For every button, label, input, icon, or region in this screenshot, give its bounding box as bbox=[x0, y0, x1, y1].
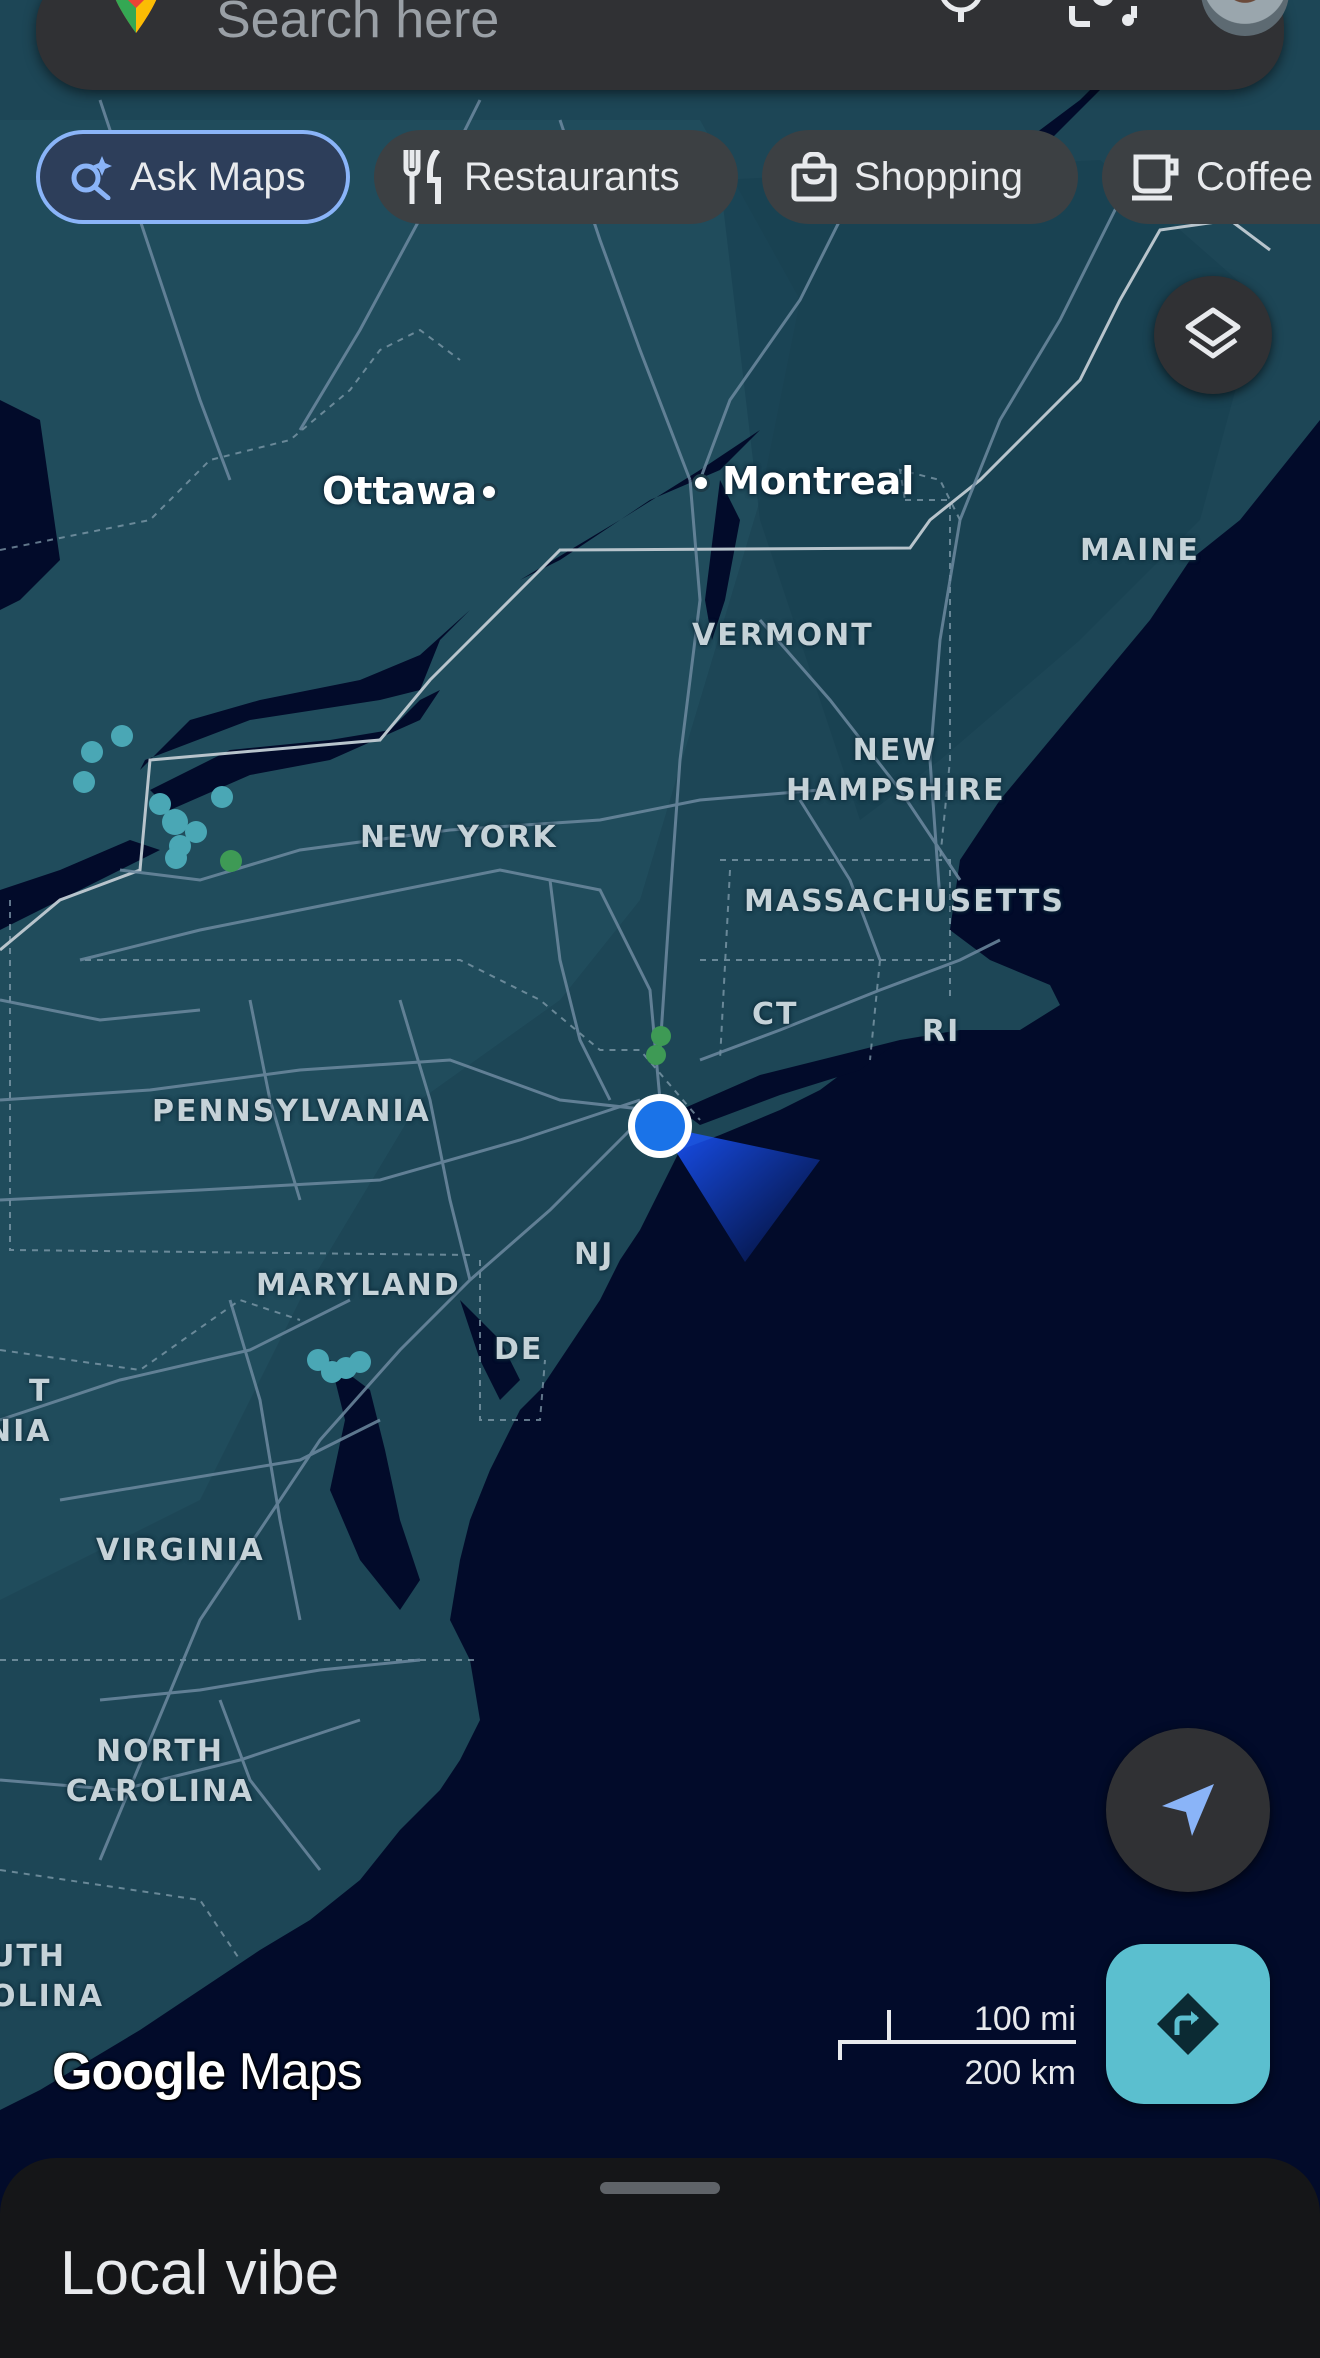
sparkle-search-icon bbox=[71, 156, 112, 200]
layers-icon bbox=[1185, 307, 1241, 359]
search-input[interactable]: Search here bbox=[216, 0, 499, 50]
chip-label: Ask Maps bbox=[130, 154, 306, 199]
fork-knife-icon bbox=[403, 150, 441, 204]
region-label-pennsylvania: PENNSYLVANIA bbox=[152, 1094, 431, 1129]
bottom-sheet[interactable]: Local vibe bbox=[0, 2158, 1320, 2358]
navigation-arrow-icon bbox=[1162, 1784, 1214, 1836]
chip-coffee[interactable]: Coffee bbox=[1102, 130, 1320, 224]
sheet-title: Local vibe bbox=[60, 2239, 340, 2308]
directions-icon bbox=[1157, 1993, 1219, 2055]
shopping-bag-icon bbox=[791, 152, 837, 202]
microphone-icon[interactable] bbox=[931, 0, 991, 26]
chip-label: Coffee bbox=[1196, 154, 1314, 199]
chip-label: Restaurants bbox=[464, 154, 680, 199]
maps-pin-icon bbox=[115, 0, 157, 33]
region-label-nj: NJ bbox=[574, 1237, 615, 1272]
city-dot-ottawa bbox=[480, 483, 498, 501]
my-location-button[interactable] bbox=[1106, 1728, 1270, 1892]
region-label-new-hampshire: NEW HAMPSHIRE bbox=[786, 733, 1006, 808]
lens-icon[interactable] bbox=[1066, 0, 1140, 30]
region-label-vermont: VERMONT bbox=[692, 618, 874, 653]
account-avatar[interactable] bbox=[1201, 0, 1289, 36]
region-label-ct: CT bbox=[752, 997, 799, 1032]
scale-mi-label: 100 mi bbox=[973, 2000, 1076, 2038]
search-bar[interactable]: Search here bbox=[36, 0, 1289, 90]
chip-ask-maps[interactable]: Ask Maps bbox=[36, 130, 350, 224]
city-label-ottawa[interactable]: Ottawa bbox=[322, 471, 477, 511]
region-label-massachusetts: MASSACHUSETTS bbox=[744, 884, 1065, 919]
region-label-north-carolina: NORTH CAROLINA bbox=[65, 1734, 255, 1809]
scale-km-label: 200 km bbox=[964, 2054, 1077, 2092]
chip-shopping[interactable]: Shopping bbox=[762, 130, 1078, 224]
city-label-montreal[interactable]: Montreal bbox=[722, 461, 914, 501]
layers-button[interactable] bbox=[1154, 276, 1272, 394]
directions-button[interactable] bbox=[1106, 1944, 1270, 2104]
region-label-maine: MAINE bbox=[1080, 533, 1200, 568]
city-dot-montreal bbox=[692, 474, 710, 492]
map-scale: 100 mi 200 km bbox=[836, 2000, 1076, 2092]
chip-label: Shopping bbox=[854, 154, 1024, 199]
region-label-de: DE bbox=[494, 1332, 544, 1367]
region-label-west-virginia: T NIA bbox=[0, 1374, 52, 1449]
coffee-cup-icon bbox=[1132, 154, 1179, 201]
sheet-drag-handle[interactable] bbox=[600, 2182, 720, 2194]
region-label-south-carolina: UTH OLINA bbox=[0, 1939, 105, 2014]
region-label-ri: RI bbox=[922, 1014, 961, 1049]
chip-restaurants[interactable]: Restaurants bbox=[374, 130, 738, 224]
region-label-new-york: NEW YORK bbox=[360, 820, 558, 855]
google-maps-logo: Google Maps bbox=[52, 2043, 363, 2101]
region-label-virginia: VIRGINIA bbox=[96, 1533, 265, 1568]
region-label-maryland: MARYLAND bbox=[256, 1268, 461, 1303]
